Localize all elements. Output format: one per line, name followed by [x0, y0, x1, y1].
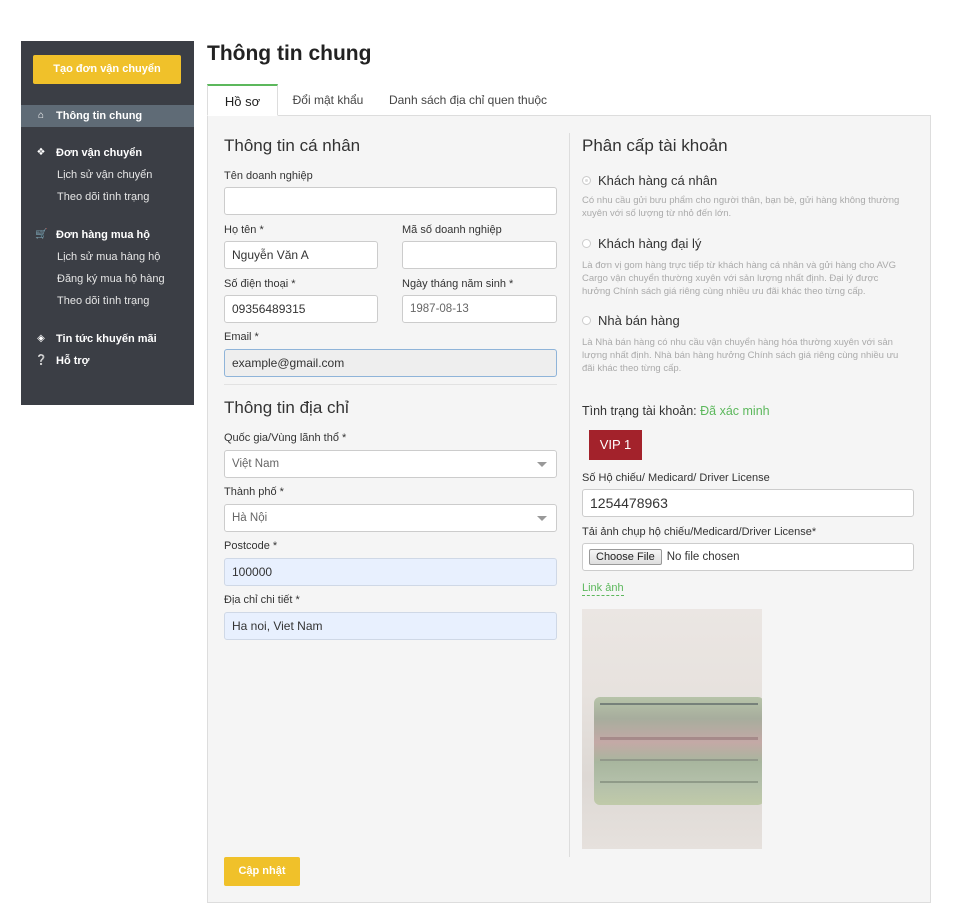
home-icon: ⌂	[37, 110, 45, 121]
chevron-down-icon	[537, 462, 547, 467]
city-select-value: Hà Nội	[232, 512, 268, 524]
tab-profile[interactable]: Hồ sơ	[207, 84, 278, 116]
cart-icon: 🛒	[35, 229, 48, 240]
sidebar-item-promotions[interactable]: ◈ Tin tức khuyến mãi	[35, 330, 157, 348]
file-upload-input[interactable]: Choose File No file chosen	[582, 543, 914, 571]
sidebar-subitem-purchase-history[interactable]: Lịch sử mua hàng hộ	[57, 248, 160, 266]
phone-input[interactable]: 09356489315	[224, 295, 378, 323]
phone-label: Số điện thoại *	[224, 278, 296, 290]
city-label: Thành phố *	[224, 486, 284, 498]
tax-code-label: Mã số doanh nghiệp	[402, 224, 502, 236]
personal-info-heading: Thông tin cá nhân	[224, 136, 361, 155]
dob-label: Ngày tháng năm sinh *	[402, 278, 514, 290]
option-description: Là đơn vị gom hàng trực tiếp từ khách hà…	[582, 260, 897, 297]
id-card-photo	[582, 609, 762, 849]
company-name-input[interactable]	[224, 187, 557, 215]
country-label: Quốc gia/Vùng lãnh thổ *	[224, 432, 347, 444]
radio-label: Nhà bán hàng	[598, 313, 680, 328]
sidebar-item-label: Đơn hàng mua hộ	[56, 229, 150, 241]
sidebar-item-label: Tin tức khuyến mãi	[56, 333, 157, 345]
radio-button[interactable]	[582, 239, 591, 248]
radio-seller[interactable]: Nhà bán hàng	[582, 313, 680, 328]
page-title: Thông tin chung	[207, 42, 372, 65]
upload-label: Tải ảnh chụp hộ chiếu/Medicard/Driver Li…	[582, 526, 817, 538]
email-input[interactable]: example@gmail.com	[224, 349, 557, 377]
question-circle-icon: ❔	[35, 355, 48, 366]
company-name-label: Tên doanh nghiệp	[224, 170, 313, 182]
full-name-input[interactable]: Nguyễn Văn A	[224, 241, 378, 269]
tax-code-input[interactable]	[402, 241, 557, 269]
address-detail-label: Địa chỉ chi tiết *	[224, 594, 300, 606]
radio-button[interactable]	[582, 316, 591, 325]
radio-button[interactable]	[582, 176, 591, 185]
radio-agent-customer[interactable]: Khách hàng đại lý	[582, 236, 701, 251]
postcode-input[interactable]: 100000	[224, 558, 557, 586]
passport-label: Số Hộ chiếu/ Medicard/ Driver License	[582, 472, 770, 484]
dob-input[interactable]: 1987-08-13	[402, 295, 557, 323]
sidebar-subitem-shipping-tracking[interactable]: Theo dõi tình trạng	[57, 188, 149, 206]
address-info-heading: Thông tin địa chỉ	[224, 398, 349, 417]
radio-label: Khách hàng đại lý	[598, 236, 702, 251]
column-divider	[569, 133, 570, 857]
dropbox-icon: ❖	[36, 147, 46, 158]
passport-input[interactable]: 1254478963	[582, 489, 914, 517]
no-file-text: No file chosen	[666, 551, 740, 563]
sidebar-item-label: Đơn vận chuyển	[56, 147, 143, 159]
sidebar-subitem-purchase-register[interactable]: Đăng ký mua hộ hàng	[57, 270, 165, 288]
update-button[interactable]: Cập nhật	[224, 857, 300, 886]
sidebar-subitem-shipping-history[interactable]: Lịch sử vận chuyển	[57, 166, 152, 184]
account-status: Tình trạng tài khoản: Đã xác minh	[582, 404, 770, 418]
create-shipment-button[interactable]: Tạo đơn vận chuyển	[33, 55, 181, 84]
radio-personal-customer[interactable]: Khách hàng cá nhân	[582, 173, 717, 188]
sidebar-item-purchase-orders[interactable]: 🛒 Đơn hàng mua hộ	[35, 226, 150, 244]
country-select[interactable]: Việt Nam	[224, 450, 557, 478]
sidebar: Tạo đơn vận chuyển ⌂ Thông tin chung ❖ Đ…	[21, 41, 194, 405]
image-link[interactable]: Link ảnh	[582, 582, 624, 596]
section-divider	[224, 384, 557, 385]
country-select-value: Việt Nam	[232, 458, 280, 470]
address-detail-input[interactable]: Ha noi, Viet Nam	[224, 612, 557, 640]
full-name-label: Họ tên *	[224, 224, 264, 236]
account-status-label: Tình trạng tài khoản:	[582, 404, 697, 418]
sidebar-item-support[interactable]: ❔ Hỗ trợ	[35, 352, 89, 370]
tags-icon: ◈	[37, 333, 45, 344]
tab-change-password[interactable]: Đổi mật khẩu	[284, 84, 372, 116]
id-card-image	[594, 697, 762, 805]
sidebar-item-label: Hỗ trợ	[56, 355, 90, 367]
city-select[interactable]: Hà Nội	[224, 504, 557, 532]
sidebar-item-label: Thông tin chung	[56, 110, 143, 122]
choose-file-button[interactable]: Choose File	[589, 549, 662, 565]
email-label: Email *	[224, 331, 259, 343]
vip-badge: VIP 1	[589, 430, 642, 460]
sidebar-item-shipping-orders[interactable]: ❖ Đơn vận chuyển	[35, 144, 143, 162]
chevron-down-icon	[537, 516, 547, 521]
sidebar-item-general-info[interactable]: ⌂ Thông tin chung	[35, 107, 142, 125]
sidebar-subitem-purchase-tracking[interactable]: Theo dõi tình trạng	[57, 292, 149, 310]
radio-label: Khách hàng cá nhân	[598, 173, 718, 188]
option-description: Là Nhà bán hàng có nhu cầu vận chuyển hà…	[582, 337, 899, 374]
option-description: Có nhu cầu gửi bưu phẩm cho người thân, …	[582, 195, 900, 219]
postcode-label: Postcode *	[224, 540, 278, 552]
tab-saved-addresses[interactable]: Danh sách địa chỉ quen thuộc	[386, 84, 550, 116]
account-status-value: Đã xác minh	[700, 404, 770, 418]
account-tier-heading: Phân cấp tài khoản	[582, 136, 728, 155]
